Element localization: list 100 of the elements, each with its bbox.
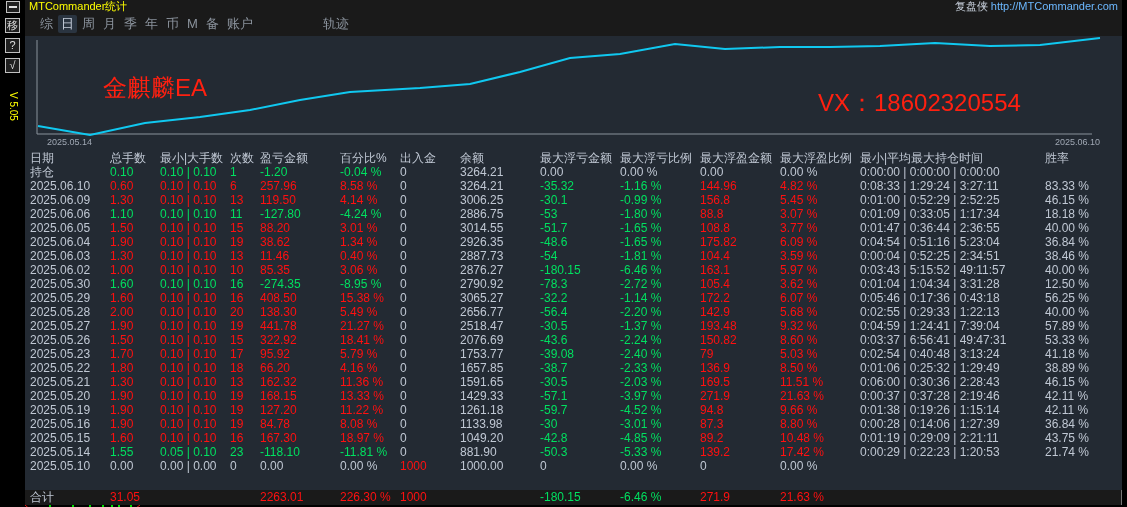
table-cell-text: 40.00 % <box>1045 263 1091 277</box>
table-cell-text: 0:08:33 | 1:29:24 | 3:27:11 <box>860 179 1000 193</box>
table-cell-text: 0 <box>400 417 408 431</box>
table-cell-text: 2790.92 <box>460 277 505 291</box>
table-cell-text: 0.10 | 0.10 <box>160 277 218 291</box>
tab[interactable]: 季 <box>121 15 140 33</box>
table-cell-text: 0.00 % <box>780 459 819 473</box>
table-cell-text: 0.10 | 0.10 <box>160 375 218 389</box>
tab[interactable]: 年 <box>142 15 161 33</box>
table-cell-text: -43.6 <box>540 333 569 347</box>
table-cell-text: 1000 <box>400 459 428 473</box>
table-cell-text: 3.59 % <box>780 249 819 263</box>
table-cell-text: 88.20 <box>260 221 292 235</box>
table-cell-text: 142.9 <box>700 305 732 319</box>
table-cell-text: 0.00 <box>540 165 565 179</box>
table-cell-text: 12.50 % <box>1045 277 1091 291</box>
table-cell-text: 0.10 | 0.10 <box>160 361 218 375</box>
table-cell-text: -0.04 % <box>340 165 383 179</box>
table-cell-text: 21.74 % <box>1045 445 1091 459</box>
table-cell-text: 8.60 % <box>780 333 819 347</box>
table-cell-text: 2.00 <box>110 305 135 319</box>
table-cell-text: 36.84 % <box>1045 235 1091 249</box>
table-cell-text: 1591.65 <box>460 375 505 389</box>
table-cell-text: -1.20 <box>260 165 289 179</box>
table-cell-text: -1.37 % <box>620 319 663 333</box>
table-cell-text: 5.79 % <box>340 347 379 361</box>
table-cell-text: 0 <box>400 207 408 221</box>
table-cell-text: 0 <box>540 459 548 473</box>
table-cell-text: 193.48 <box>700 319 738 333</box>
minimize-button[interactable] <box>5 1 20 13</box>
table-cell-text: 38.62 <box>260 235 292 249</box>
column-header: 最大浮盈金额 <box>700 151 773 165</box>
table-cell-text: 2025.05.22 <box>30 361 92 375</box>
table-cell-text: 0 <box>700 459 708 473</box>
table-cell-text: 0:03:43 | 5:15:52 | 49:11:57 <box>860 263 1007 277</box>
table-cell-text: 3.01 % <box>340 221 379 235</box>
table-cell-text: 13 <box>230 193 245 207</box>
table-cell-text: 79 <box>700 347 715 361</box>
tab[interactable]: 币 <box>163 15 182 33</box>
table-cell-text: 56.25 % <box>1045 291 1091 305</box>
table-cell-text: 18.97 % <box>340 431 386 445</box>
table-cell-text: 16 <box>230 277 245 291</box>
table-cell-text: 0 <box>400 347 408 361</box>
table-cell-text: 1000.00 <box>460 459 505 473</box>
column-header: 最小|大手数 <box>160 151 225 165</box>
table-cell-text: 41.18 % <box>1045 347 1091 361</box>
table-cell-text: 172.2 <box>700 291 732 305</box>
table-cell-text: -78.3 <box>540 277 569 291</box>
table-cell-text: 0 <box>400 361 408 375</box>
table-cell-text: 19 <box>230 403 245 417</box>
table-cell-text: 0.10 | 0.10 <box>160 193 218 207</box>
table-cell-text: -57.1 <box>540 389 569 403</box>
table-cell-text: -1.65 % <box>620 235 663 249</box>
table-cell-text: 3.07 % <box>780 207 819 221</box>
table-cell-text: 0 <box>400 221 408 235</box>
table-cell-text: 0.00 % <box>340 459 379 473</box>
table-cell-text: 94.8 <box>700 403 725 417</box>
tool-button[interactable]: ? <box>5 38 20 53</box>
table-cell-text: 0:01:04 | 1:04:34 | 3:31:28 <box>860 277 1001 291</box>
tab[interactable]: M <box>184 15 201 33</box>
table-cell-text: 0.10 | 0.10 <box>160 179 218 193</box>
table-cell-text: -39.08 <box>540 347 576 361</box>
tab[interactable]: 备 <box>202 15 222 33</box>
table-cell-text: -2.40 % <box>620 347 663 361</box>
table-cell-text: 8.50 % <box>780 361 819 375</box>
table-cell-text: 88.8 <box>700 207 725 221</box>
tab[interactable]: 综 <box>37 15 56 33</box>
table-cell-text: 11.46 <box>260 249 291 263</box>
tab[interactable]: 账户 <box>223 15 256 33</box>
table-cell-text: 175.82 <box>700 235 738 249</box>
table-cell-text: 1.90 <box>110 389 135 403</box>
table-cell-text: 2025.06.05 <box>30 221 92 235</box>
table-cell-text: 0:01:19 | 0:29:09 | 2:21:11 <box>860 431 1000 445</box>
table-cell-text: -4.24 % <box>340 207 383 221</box>
table-cell-text: 84.78 <box>260 417 292 431</box>
table-cell-text: 0:04:54 | 0:51:16 | 5:23:04 <box>860 235 1001 249</box>
table-cell-text: -2.24 % <box>620 333 663 347</box>
table-cell-text: -118.10 <box>260 445 301 459</box>
table-cell-text: 0:00:00 | 0:00:00 | 0:00:00 <box>860 165 1001 179</box>
website-link[interactable]: http://MTCommander.com <box>990 0 1118 12</box>
tab[interactable]: 月 <box>100 15 119 33</box>
table-cell-text: 23 <box>230 445 245 459</box>
table-cell-text: 271.9 <box>700 389 732 403</box>
table-cell-text: 40.00 % <box>1045 221 1091 235</box>
table-cell-text: -11.81 % <box>340 445 389 459</box>
tool-button[interactable]: 移 <box>5 18 20 33</box>
table-cell-text: -30.1 <box>540 193 569 207</box>
table-cell-text: 0:01:06 | 0:25:32 | 1:29:49 <box>860 361 1001 375</box>
table-cell-text: -2.20 % <box>620 305 663 319</box>
table-cell-text: 0:02:54 | 0:40:48 | 3:13:24 <box>860 347 1001 361</box>
table-cell-text: 0.10 | 0.10 <box>160 389 218 403</box>
tool-button[interactable]: √ <box>5 58 20 73</box>
tab[interactable]: 周 <box>79 15 98 33</box>
table-cell-text: 5.45 % <box>780 193 819 207</box>
tab[interactable]: 日 <box>58 15 77 33</box>
tab[interactable]: 轨迹 <box>319 15 352 33</box>
table-cell-text: 1.10 <box>110 207 135 221</box>
table-cell-text: 0.10 | 0.10 <box>160 249 218 263</box>
overlay-text: VX：18602320554 <box>818 89 1021 117</box>
table-cell-text: 1.30 <box>110 375 135 389</box>
